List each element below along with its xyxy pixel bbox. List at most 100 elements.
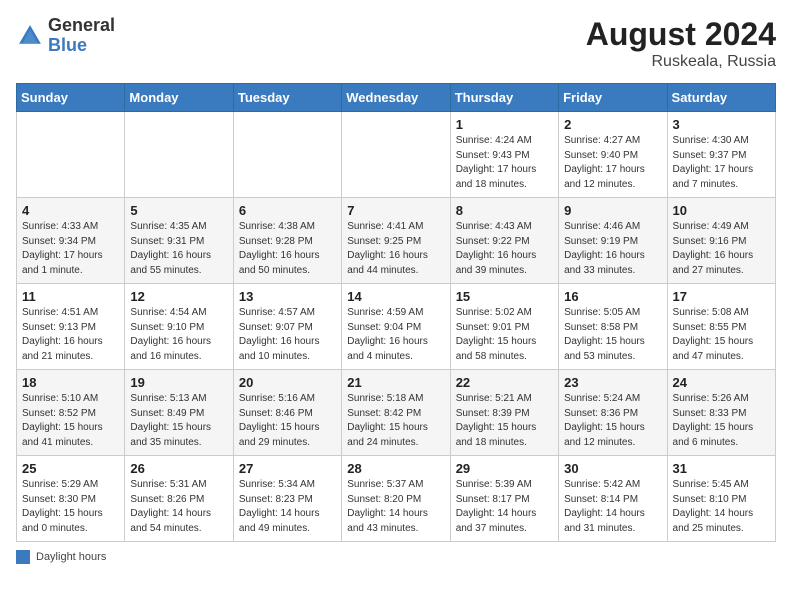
calendar-week-row: 1 Sunrise: 4:24 AM Sunset: 9:43 PM Daylig… — [17, 112, 776, 198]
day-number: 20 — [239, 375, 336, 390]
calendar-cell — [125, 112, 233, 198]
calendar-day-header: Tuesday — [233, 84, 341, 112]
calendar-cell: 11Sunrise: 4:51 AM Sunset: 9:13 PM Dayli… — [17, 284, 125, 370]
calendar-header-row: SundayMondayTuesdayWednesdayThursdayFrid… — [17, 84, 776, 112]
legend: Daylight hours — [16, 550, 776, 564]
day-number: 5 — [130, 203, 227, 218]
calendar-cell: 12 Sunrise: 4:54 AM Sunset: 9:10 PM Dayli… — [125, 284, 233, 370]
day-number: 4 — [22, 203, 119, 218]
calendar-cell: 3 Sunrise: 4:30 AM Sunset: 9:37 PM Daylig… — [667, 112, 775, 198]
day-info: Sunrise: 4:33 AM Sunset: 9:34 PM Dayligh… — [22, 220, 119, 278]
calendar-day-header: Thursday — [450, 84, 558, 112]
day-number: 22 — [456, 375, 553, 390]
calendar-cell: 23 Sunrise: 5:24 AM Sunset: 8:36 PM Dayli… — [559, 370, 667, 456]
day-info: Sunrise: 5:08 AM Sunset: 8:55 PM Dayligh… — [673, 306, 770, 364]
calendar-cell — [17, 112, 125, 198]
calendar-cell: 16 Sunrise: 5:05 AM Sunset: 8:58 PM Dayli… — [559, 284, 667, 370]
calendar-week-row: 11Sunrise: 4:51 AM Sunset: 9:13 PM Dayli… — [17, 284, 776, 370]
month-year-title: August 2024 — [586, 16, 776, 53]
day-info: Sunrise: 5:18 AM Sunset: 8:42 PM Dayligh… — [347, 392, 444, 450]
logo: General Blue — [16, 16, 115, 56]
calendar-day-header: Wednesday — [342, 84, 450, 112]
day-info: Sunrise: 4:30 AM Sunset: 9:37 PM Dayligh… — [673, 134, 770, 192]
day-info: Sunrise: 4:41 AM Sunset: 9:25 PM Dayligh… — [347, 220, 444, 278]
day-info: Sunrise: 5:13 AM Sunset: 8:49 PM Dayligh… — [130, 392, 227, 450]
day-info: Sunrise: 4:35 AM Sunset: 9:31 PM Dayligh… — [130, 220, 227, 278]
calendar-cell: 31Sunrise: 5:45 AM Sunset: 8:10 PM Dayli… — [667, 456, 775, 542]
location-subtitle: Ruskeala, Russia — [586, 53, 776, 71]
calendar-cell: 25 Sunrise: 5:29 AM Sunset: 8:30 PM Dayli… — [17, 456, 125, 542]
day-number: 31 — [673, 461, 770, 476]
calendar-cell: 10Sunrise: 4:49 AM Sunset: 9:16 PM Dayli… — [667, 198, 775, 284]
calendar-cell: 9Sunrise: 4:46 AM Sunset: 9:19 PM Daylig… — [559, 198, 667, 284]
day-number: 14 — [347, 289, 444, 304]
calendar-cell: 14 Sunrise: 4:59 AM Sunset: 9:04 PM Dayli… — [342, 284, 450, 370]
day-number: 10 — [673, 203, 770, 218]
calendar-day-header: Sunday — [17, 84, 125, 112]
day-number: 16 — [564, 289, 661, 304]
calendar-day-header: Monday — [125, 84, 233, 112]
day-number: 6 — [239, 203, 336, 218]
day-number: 28 — [347, 461, 444, 476]
calendar-cell: 24 Sunrise: 5:26 AM Sunset: 8:33 PM Dayli… — [667, 370, 775, 456]
calendar-cell: 2 Sunrise: 4:27 AM Sunset: 9:40 PM Daylig… — [559, 112, 667, 198]
logo-general-text: General — [48, 15, 115, 35]
day-number: 2 — [564, 117, 661, 132]
calendar-cell: 13 Sunrise: 4:57 AM Sunset: 9:07 PM Dayli… — [233, 284, 341, 370]
day-number: 18 — [22, 375, 119, 390]
day-number: 26 — [130, 461, 227, 476]
calendar-cell: 28 Sunrise: 5:37 AM Sunset: 8:20 PM Dayli… — [342, 456, 450, 542]
day-info: Sunrise: 5:42 AM Sunset: 8:14 PM Dayligh… — [564, 478, 661, 536]
calendar-cell: 27 Sunrise: 5:34 AM Sunset: 8:23 PM Dayli… — [233, 456, 341, 542]
day-info: Sunrise: 5:16 AM Sunset: 8:46 PM Dayligh… — [239, 392, 336, 450]
calendar-cell: 17 Sunrise: 5:08 AM Sunset: 8:55 PM Dayli… — [667, 284, 775, 370]
day-info: Sunrise: 5:39 AM Sunset: 8:17 PM Dayligh… — [456, 478, 553, 536]
day-number: 7 — [347, 203, 444, 218]
day-info: Sunrise: 4:38 AM Sunset: 9:28 PM Dayligh… — [239, 220, 336, 278]
day-number: 19 — [130, 375, 227, 390]
day-info: Sunrise: 4:59 AM Sunset: 9:04 PM Dayligh… — [347, 306, 444, 364]
day-info: Sunrise: 5:05 AM Sunset: 8:58 PM Dayligh… — [564, 306, 661, 364]
calendar-cell: 4 Sunrise: 4:33 AM Sunset: 9:34 PM Daylig… — [17, 198, 125, 284]
day-number: 15 — [456, 289, 553, 304]
day-info: Sunrise: 5:37 AM Sunset: 8:20 PM Dayligh… — [347, 478, 444, 536]
day-info: Sunrise: 4:43 AM Sunset: 9:22 PM Dayligh… — [456, 220, 553, 278]
day-number: 9 — [564, 203, 661, 218]
day-number: 29 — [456, 461, 553, 476]
day-number: 24 — [673, 375, 770, 390]
day-info: Sunrise: 5:34 AM Sunset: 8:23 PM Dayligh… — [239, 478, 336, 536]
day-info: Sunrise: 5:29 AM Sunset: 8:30 PM Dayligh… — [22, 478, 119, 536]
day-info: Sunrise: 5:10 AM Sunset: 8:52 PM Dayligh… — [22, 392, 119, 450]
calendar-cell — [233, 112, 341, 198]
day-info: Sunrise: 5:24 AM Sunset: 8:36 PM Dayligh… — [564, 392, 661, 450]
day-number: 1 — [456, 117, 553, 132]
day-number: 12 — [130, 289, 227, 304]
calendar-cell: 26Sunrise: 5:31 AM Sunset: 8:26 PM Dayli… — [125, 456, 233, 542]
day-number: 13 — [239, 289, 336, 304]
day-number: 27 — [239, 461, 336, 476]
day-number: 11 — [22, 289, 119, 304]
calendar-cell: 21 Sunrise: 5:18 AM Sunset: 8:42 PM Dayli… — [342, 370, 450, 456]
calendar-cell: 19 Sunrise: 5:13 AM Sunset: 8:49 PM Dayli… — [125, 370, 233, 456]
legend-color-box — [16, 550, 30, 564]
day-number: 30 — [564, 461, 661, 476]
calendar-week-row: 18 Sunrise: 5:10 AM Sunset: 8:52 PM Dayli… — [17, 370, 776, 456]
day-number: 21 — [347, 375, 444, 390]
calendar-cell: 7 Sunrise: 4:41 AM Sunset: 9:25 PM Daylig… — [342, 198, 450, 284]
day-number: 23 — [564, 375, 661, 390]
calendar-cell: 22Sunrise: 5:21 AM Sunset: 8:39 PM Dayli… — [450, 370, 558, 456]
calendar-table: SundayMondayTuesdayWednesdayThursdayFrid… — [16, 83, 776, 542]
calendar-day-header: Friday — [559, 84, 667, 112]
day-info: Sunrise: 4:24 AM Sunset: 9:43 PM Dayligh… — [456, 134, 553, 192]
day-number: 17 — [673, 289, 770, 304]
day-number: 3 — [673, 117, 770, 132]
calendar-cell: 30 Sunrise: 5:42 AM Sunset: 8:14 PM Dayli… — [559, 456, 667, 542]
day-info: Sunrise: 4:27 AM Sunset: 9:40 PM Dayligh… — [564, 134, 661, 192]
calendar-cell: 1 Sunrise: 4:24 AM Sunset: 9:43 PM Daylig… — [450, 112, 558, 198]
day-info: Sunrise: 5:02 AM Sunset: 9:01 PM Dayligh… — [456, 306, 553, 364]
day-info: Sunrise: 5:26 AM Sunset: 8:33 PM Dayligh… — [673, 392, 770, 450]
day-info: Sunrise: 4:57 AM Sunset: 9:07 PM Dayligh… — [239, 306, 336, 364]
day-number: 25 — [22, 461, 119, 476]
day-info: Sunrise: 4:54 AM Sunset: 9:10 PM Dayligh… — [130, 306, 227, 364]
calendar-cell: 6 Sunrise: 4:38 AM Sunset: 9:28 PM Daylig… — [233, 198, 341, 284]
